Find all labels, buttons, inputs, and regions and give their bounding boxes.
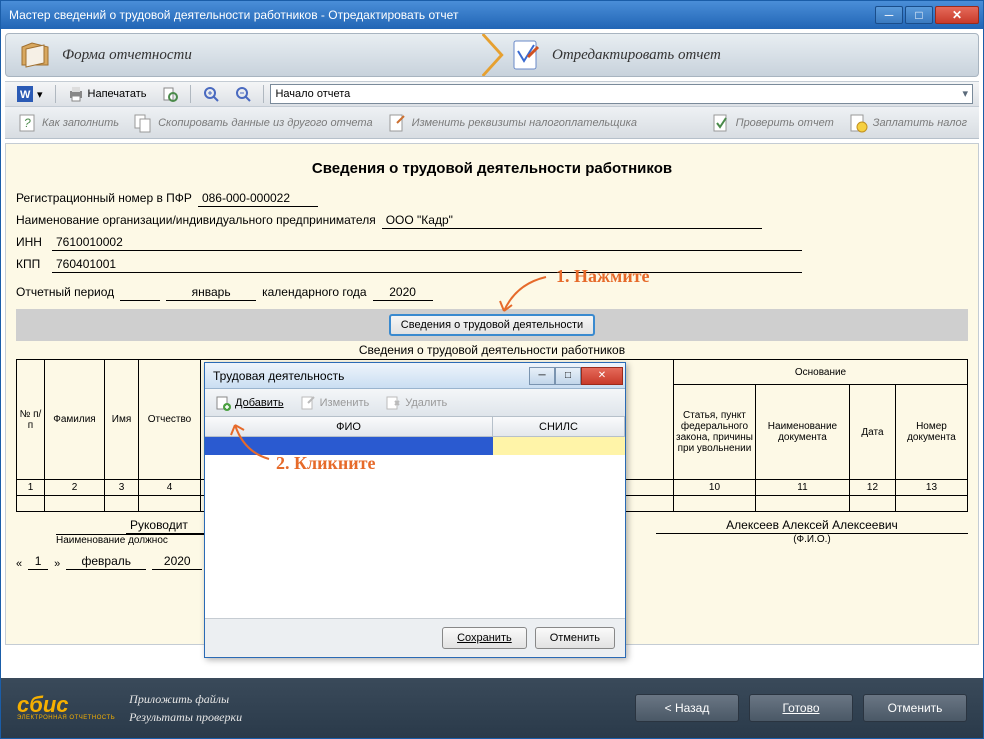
edit-doc-icon	[387, 113, 407, 133]
inn-value[interactable]: 7610010002	[52, 235, 802, 251]
doc-title: Сведения о трудовой деятельности работни…	[16, 160, 968, 177]
th-article: Статья, пункт федерального закона, причи…	[673, 385, 755, 480]
svg-text:W: W	[20, 89, 31, 101]
help-icon: ?	[17, 113, 37, 133]
footer: сбис ЭЛЕКТРОННАЯ ОТЧЕТНОСТЬ Приложить фа…	[1, 678, 983, 738]
dialog-maximize-button[interactable]: □	[555, 367, 581, 385]
col-snils[interactable]: СНИЛС	[493, 417, 625, 436]
check-icon	[711, 113, 731, 133]
zoom-out-button[interactable]	[229, 84, 257, 104]
signer-name: Алексеев Алексей Алексеевич	[656, 518, 968, 534]
cancel-button[interactable]: Отменить	[863, 694, 967, 722]
kpp-label: КПП	[16, 257, 46, 273]
copy-icon	[133, 113, 153, 133]
org-label: Наименование организации/индивидуального…	[16, 213, 376, 229]
col-fio[interactable]: ФИО	[205, 417, 493, 436]
window-title: Мастер сведений о трудовой деятельности …	[9, 8, 875, 22]
corr-year[interactable]: 2020	[152, 554, 202, 570]
dialog-footer: Сохранить Отменить	[205, 618, 625, 656]
th-date: Дата	[849, 385, 895, 480]
period-year[interactable]: 2020	[373, 285, 433, 301]
zoom-in-button[interactable]	[197, 84, 225, 104]
wizard-step1-label: Форма отчетности	[62, 47, 192, 64]
activity-button-bar: Сведения о трудовой деятельности	[16, 309, 968, 341]
dialog-titlebar[interactable]: Трудовая деятельность ─ □ ✕	[205, 363, 625, 389]
th-npp: № п/п	[17, 360, 45, 480]
period-label: Отчетный период	[16, 285, 114, 301]
add-button[interactable]: Добавить	[211, 393, 288, 413]
th-docname: Наименование документа	[755, 385, 849, 480]
zoom-in-icon	[203, 86, 219, 102]
save-button[interactable]: Сохранить	[442, 627, 527, 649]
word-export-button[interactable]: W▾	[11, 84, 49, 104]
printer-icon	[68, 86, 84, 102]
th-basis: Основание	[673, 360, 967, 385]
logo: сбис ЭЛЕКТРОННАЯ ОТЧЕТНОСТЬ	[17, 695, 115, 721]
dialog-grid-body[interactable]	[205, 437, 625, 618]
dialog-minimize-button[interactable]: ─	[529, 367, 555, 385]
wizard-steps: Форма отчетности Отредактировать отчет	[5, 33, 979, 77]
folder-icon	[18, 37, 54, 73]
corr-month[interactable]: февраль	[66, 554, 146, 570]
edit-report-icon	[508, 37, 544, 73]
wizard-step-form[interactable]: Форма отчетности	[6, 34, 496, 76]
reg-label: Регистрационный номер в ПФР	[16, 191, 192, 207]
period-mid: календарного года	[262, 285, 366, 301]
pay-icon	[848, 113, 868, 133]
check-results-link[interactable]: Результаты проверки	[129, 710, 242, 725]
fio-caption: (Ф.И.О.)	[656, 534, 968, 545]
minimize-button[interactable]: ─	[875, 6, 903, 24]
activity-dialog: Трудовая деятельность ─ □ ✕ Добавить Изм…	[204, 362, 626, 658]
preview-button[interactable]	[156, 84, 184, 104]
maximize-button[interactable]: □	[905, 6, 933, 24]
edit-requisites-button[interactable]: Изменить реквизиты налогоплательщика	[381, 110, 643, 136]
activity-button[interactable]: Сведения о трудовой деятельности	[389, 314, 595, 336]
th-midname: Отчество	[139, 360, 201, 480]
wizard-step2-label: Отредактировать отчет	[552, 47, 721, 64]
attach-files-link[interactable]: Приложить файлы	[129, 692, 242, 707]
svg-text:?: ?	[24, 116, 31, 130]
howto-button[interactable]: ?Как заполнить	[11, 110, 125, 136]
word-icon: W	[17, 86, 33, 102]
org-value[interactable]: ООО "Кадр"	[382, 213, 762, 229]
kpp-value[interactable]: 760401001	[52, 257, 802, 273]
selected-row[interactable]	[205, 437, 625, 455]
dialog-title: Трудовая деятельность	[213, 369, 529, 383]
preview-icon	[162, 86, 178, 102]
toolbar-primary: W▾ Напечатать Начало отчета	[5, 81, 979, 107]
back-button[interactable]: < Назад	[635, 694, 739, 722]
print-button[interactable]: Напечатать	[62, 84, 153, 104]
copy-data-button[interactable]: Скопировать данные из другого отчета	[127, 110, 379, 136]
wizard-step-edit[interactable]: Отредактировать отчет	[496, 34, 733, 76]
toolbar-secondary: ?Как заполнить Скопировать данные из дру…	[5, 107, 979, 139]
section-select[interactable]: Начало отчета	[270, 84, 973, 104]
pay-tax-button[interactable]: Заплатить налог	[842, 110, 973, 136]
dialog-toolbar: Добавить Изменить Удалить	[205, 389, 625, 417]
titlebar[interactable]: Мастер сведений о трудовой деятельности …	[1, 1, 983, 29]
th-lastname: Фамилия	[45, 360, 105, 480]
zoom-out-icon	[235, 86, 251, 102]
ready-button[interactable]: Готово	[749, 694, 853, 722]
period-blank[interactable]	[120, 286, 160, 301]
delete-icon	[385, 395, 401, 411]
edit-button: Изменить	[296, 393, 374, 413]
dialog-grid-header: ФИО СНИЛС	[205, 417, 625, 437]
reg-value[interactable]: 086-000-000022	[198, 191, 318, 207]
th-docnum: Номер документа	[895, 385, 967, 480]
delete-button: Удалить	[381, 393, 451, 413]
th-firstname: Имя	[105, 360, 139, 480]
period-month[interactable]: январь	[166, 285, 256, 301]
corr-num[interactable]: 1	[28, 554, 48, 570]
edit-icon	[300, 395, 316, 411]
check-report-button[interactable]: Проверить отчет	[705, 110, 840, 136]
dialog-cancel-button[interactable]: Отменить	[535, 627, 615, 649]
add-icon	[215, 395, 231, 411]
dialog-close-button[interactable]: ✕	[581, 367, 623, 385]
close-button[interactable]: ✕	[935, 6, 979, 24]
table-caption: Сведения о трудовой деятельности работни…	[16, 343, 968, 357]
inn-label: ИНН	[16, 235, 46, 251]
